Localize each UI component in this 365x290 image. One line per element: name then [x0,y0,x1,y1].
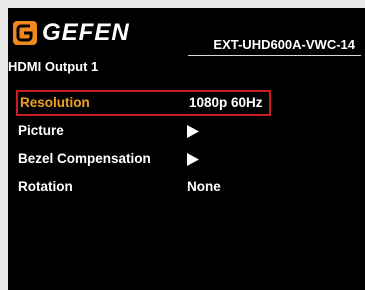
menu-item-bezel-compensation[interactable]: Bezel Compensation [16,146,271,172]
menu-item-resolution[interactable]: Resolution 1080p 60Hz [16,90,271,116]
section-title: HDMI Output 1 [8,59,99,74]
triangle-right-icon [187,125,199,138]
brand-logo: GEFEN [12,18,130,48]
menu-item-label: Rotation [18,179,73,194]
menu-item-rotation[interactable]: Rotation None [16,174,271,200]
model-number: EXT-UHD600A-VWC-14 [213,37,355,52]
menu-item-label: Bezel Compensation [18,151,151,166]
menu-item-value: 1080p 60Hz [189,95,263,110]
menu-item-label: Picture [18,123,64,138]
menu-item-picture[interactable]: Picture [16,118,271,144]
triangle-right-icon [187,153,199,166]
header: GEFEN EXT-UHD600A-VWC-14 [8,8,365,56]
brand-name: GEFEN [42,19,130,46]
osd-window: GEFEN EXT-UHD600A-VWC-14 HDMI Output 1 R… [8,8,365,290]
menu-item-label: Resolution [20,95,90,110]
menu-item-value: None [187,179,221,194]
gefen-logo-icon [13,21,37,45]
header-divider [188,55,361,56]
